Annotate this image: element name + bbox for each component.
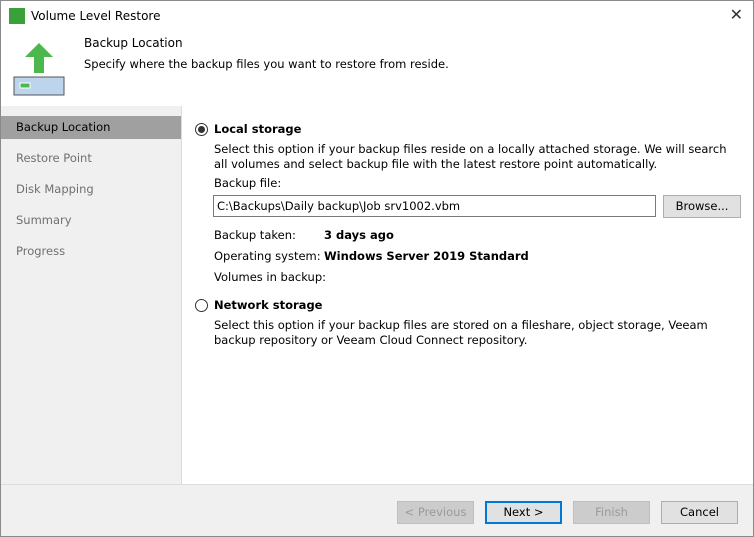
backup-file-label: Backup file: (214, 176, 282, 190)
os-value: Windows Server 2019 Standard (324, 249, 529, 263)
main-panel: Local storage Select this option if your… (182, 106, 753, 484)
wizard-header: Backup Location Specify where the backup… (1, 31, 753, 106)
dialog-window: Volume Level Restore ✕ Backup Location S… (0, 0, 754, 537)
network-storage-radio[interactable]: Network storage (195, 298, 322, 312)
step-disk-mapping[interactable]: Disk Mapping (1, 178, 181, 201)
next-button[interactable]: Next > (485, 501, 562, 524)
network-storage-description: Select this option if your backup files … (214, 318, 708, 347)
backup-taken-value: 3 days ago (324, 228, 394, 242)
backup-taken-label: Backup taken: (214, 228, 296, 242)
step-summary[interactable]: Summary (1, 209, 181, 232)
cancel-button[interactable]: Cancel (661, 501, 738, 524)
local-storage-label: Local storage (214, 122, 302, 136)
page-title: Backup Location (84, 36, 183, 50)
step-progress[interactable]: Progress (1, 240, 181, 263)
step-backup-location[interactable]: Backup Location (1, 116, 181, 139)
volumes-label: Volumes in backup: (214, 270, 326, 284)
close-icon[interactable]: ✕ (730, 5, 743, 24)
finish-button[interactable]: Finish (573, 501, 650, 524)
os-label: Operating system: (214, 249, 321, 263)
app-icon (9, 8, 25, 24)
restore-upload-icon (13, 43, 65, 96)
title-bar: Volume Level Restore ✕ (1, 1, 753, 31)
wizard-footer: < Previous Next > Finish Cancel (1, 484, 753, 536)
backup-file-input[interactable]: C:\Backups\Daily backup\Job srv1002.vbm (213, 195, 656, 217)
radio-checked-icon[interactable] (195, 122, 208, 136)
local-storage-radio[interactable]: Local storage (195, 122, 301, 136)
wizard-steps: Backup Location Restore Point Disk Mappi… (1, 106, 182, 484)
local-storage-description: Select this option if your backup files … (214, 142, 727, 171)
previous-button[interactable]: < Previous (397, 501, 474, 524)
step-restore-point[interactable]: Restore Point (1, 147, 181, 170)
network-storage-label: Network storage (214, 298, 323, 312)
page-description: Specify where the backup files you want … (84, 57, 449, 71)
window-title: Volume Level Restore (31, 9, 161, 23)
browse-button[interactable]: Browse... (663, 195, 741, 218)
radio-unchecked-icon[interactable] (195, 298, 208, 312)
